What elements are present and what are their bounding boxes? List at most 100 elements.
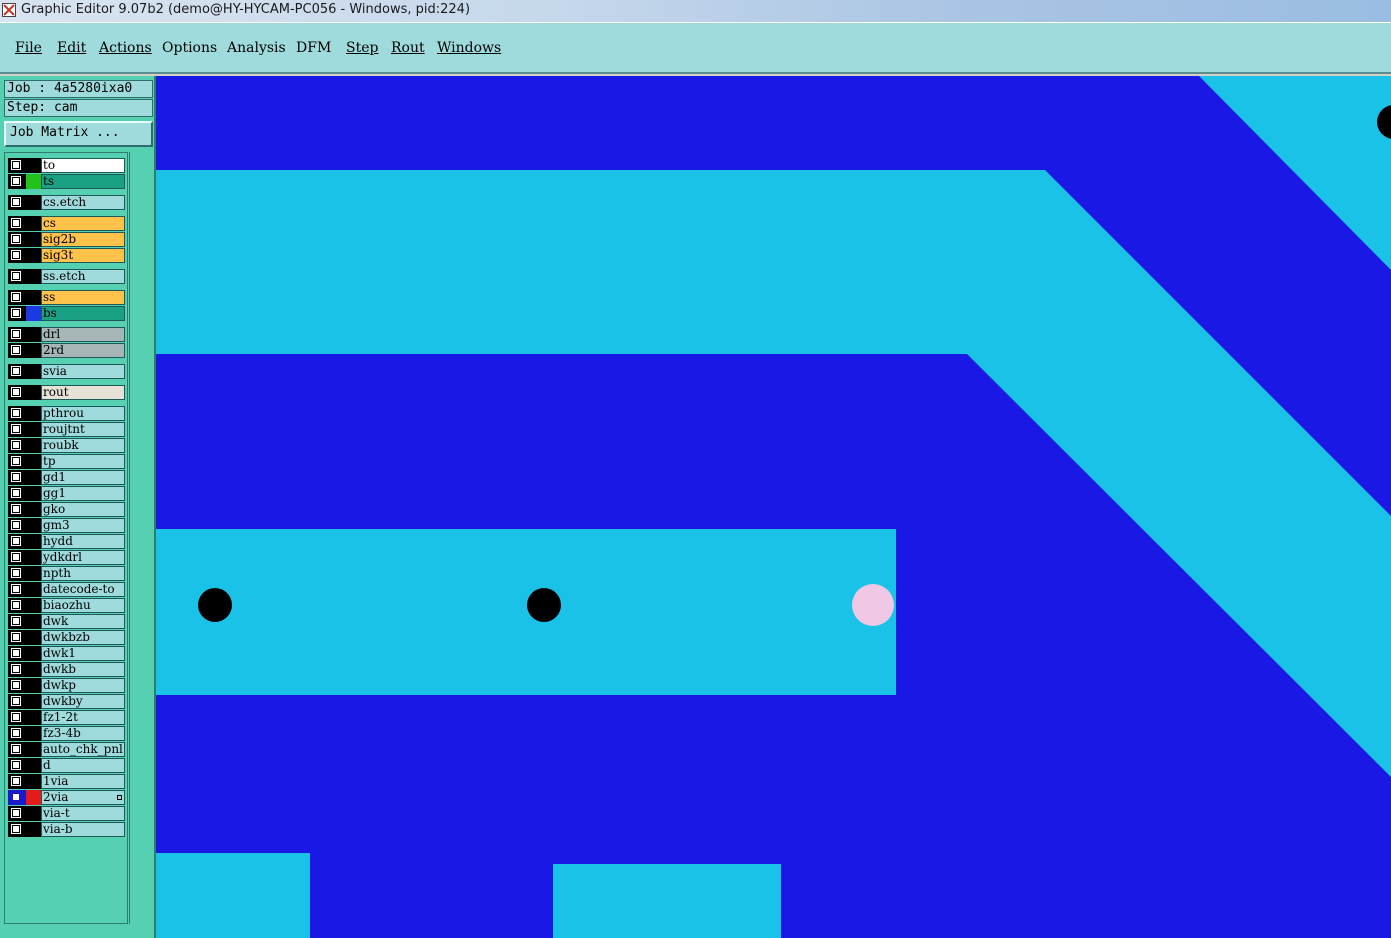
layer-row[interactable]: 1via xyxy=(8,774,126,789)
layer-row[interactable]: ss xyxy=(8,290,126,305)
layer-checkbox[interactable] xyxy=(8,306,26,321)
layer-color-swatch[interactable] xyxy=(26,454,41,469)
layer-checkbox[interactable] xyxy=(8,174,26,189)
layer-name[interactable]: dwk1 xyxy=(41,646,125,661)
layer-checkbox[interactable] xyxy=(8,385,26,400)
layer-checkbox[interactable] xyxy=(8,470,26,485)
layer-color-swatch[interactable] xyxy=(26,248,41,263)
layer-name[interactable]: tp xyxy=(41,454,125,469)
layer-checkbox[interactable] xyxy=(8,678,26,693)
layer-name[interactable]: bs xyxy=(41,306,125,321)
layer-row[interactable]: npth xyxy=(8,566,126,581)
layer-color-swatch[interactable] xyxy=(26,726,41,741)
layer-name[interactable]: ydkdrl xyxy=(41,550,125,565)
menu-step[interactable]: Step xyxy=(346,40,378,56)
layer-row[interactable]: cs.etch xyxy=(8,195,126,210)
layer-name[interactable]: gm3 xyxy=(41,518,125,533)
layer-color-swatch[interactable] xyxy=(26,174,41,189)
layer-row[interactable]: sig2b xyxy=(8,232,126,247)
layer-name[interactable]: dwkp xyxy=(41,678,125,693)
layer-checkbox[interactable] xyxy=(8,694,26,709)
layer-list-scrollbar[interactable] xyxy=(129,152,153,924)
layer-color-swatch[interactable] xyxy=(26,486,41,501)
layer-color-swatch[interactable] xyxy=(26,438,41,453)
layer-row[interactable]: hydd xyxy=(8,534,126,549)
layer-color-swatch[interactable] xyxy=(26,550,41,565)
layer-checkbox[interactable] xyxy=(8,158,26,173)
layer-checkbox[interactable] xyxy=(8,422,26,437)
layer-color-swatch[interactable] xyxy=(26,518,41,533)
layer-checkbox[interactable] xyxy=(8,534,26,549)
layer-name[interactable]: hydd xyxy=(41,534,125,549)
layer-checkbox[interactable] xyxy=(8,343,26,358)
layer-color-swatch[interactable] xyxy=(26,195,41,210)
layer-checkbox[interactable] xyxy=(8,662,26,677)
layer-checkbox[interactable] xyxy=(8,327,26,342)
layer-color-swatch[interactable] xyxy=(26,385,41,400)
layer-color-swatch[interactable] xyxy=(26,742,41,757)
layer-checkbox[interactable] xyxy=(8,614,26,629)
layer-name[interactable]: gg1 xyxy=(41,486,125,501)
layer-checkbox[interactable] xyxy=(8,550,26,565)
layer-color-swatch[interactable] xyxy=(26,306,41,321)
layer-name[interactable]: drl xyxy=(41,327,125,342)
layer-checkbox[interactable] xyxy=(8,790,26,805)
layer-color-swatch[interactable] xyxy=(26,566,41,581)
layer-checkbox[interactable] xyxy=(8,406,26,421)
layer-row[interactable]: sig3t xyxy=(8,248,126,263)
layer-name[interactable]: dwkbzb xyxy=(41,630,125,645)
layer-row[interactable]: gko xyxy=(8,502,126,517)
layer-checkbox[interactable] xyxy=(8,269,26,284)
layer-checkbox[interactable] xyxy=(8,486,26,501)
layer-name[interactable]: npth xyxy=(41,566,125,581)
layer-row[interactable]: via-b xyxy=(8,822,126,837)
layer-row[interactable]: ts xyxy=(8,174,126,189)
layer-row[interactable]: dwk xyxy=(8,614,126,629)
layer-color-swatch[interactable] xyxy=(26,364,41,379)
layer-name[interactable]: gko xyxy=(41,502,125,517)
layer-color-swatch[interactable] xyxy=(26,216,41,231)
layer-checkbox[interactable] xyxy=(8,822,26,837)
layer-row[interactable]: ydkdrl xyxy=(8,550,126,565)
layer-checkbox[interactable] xyxy=(8,758,26,773)
layer-name[interactable]: dwkby xyxy=(41,694,125,709)
layer-name[interactable]: ss xyxy=(41,290,125,305)
layer-color-swatch[interactable] xyxy=(26,694,41,709)
layer-name[interactable]: fz3-4b xyxy=(41,726,125,741)
layer-checkbox[interactable] xyxy=(8,232,26,247)
layer-color-swatch[interactable] xyxy=(26,678,41,693)
layer-name[interactable]: 2rd xyxy=(41,343,125,358)
layer-name[interactable]: dwkb xyxy=(41,662,125,677)
layer-checkbox[interactable] xyxy=(8,290,26,305)
layer-color-swatch[interactable] xyxy=(26,598,41,613)
layer-checkbox[interactable] xyxy=(8,454,26,469)
layer-name[interactable]: ss.etch xyxy=(41,269,125,284)
layer-name[interactable]: 1via xyxy=(41,774,125,789)
layer-row[interactable]: drl xyxy=(8,327,126,342)
layer-checkbox[interactable] xyxy=(8,195,26,210)
layer-color-swatch[interactable] xyxy=(26,534,41,549)
layer-checkbox[interactable] xyxy=(8,646,26,661)
layer-row[interactable]: dwkp xyxy=(8,678,126,693)
layer-name[interactable]: dwk xyxy=(41,614,125,629)
menu-edit[interactable]: Edit xyxy=(57,40,86,56)
layer-name[interactable]: cs.etch xyxy=(41,195,125,210)
layer-name[interactable]: datecode-to xyxy=(41,582,125,597)
layer-checkbox[interactable] xyxy=(8,248,26,263)
layer-row[interactable]: fz1-2t xyxy=(8,710,126,725)
layer-color-swatch[interactable] xyxy=(26,710,41,725)
layer-color-swatch[interactable] xyxy=(26,269,41,284)
layer-row[interactable]: pthrou xyxy=(8,406,126,421)
menu-file[interactable]: File xyxy=(15,40,42,56)
layer-name[interactable]: 2via xyxy=(41,790,125,805)
layer-name[interactable]: roubk xyxy=(41,438,125,453)
layer-color-swatch[interactable] xyxy=(26,662,41,677)
layer-checkbox[interactable] xyxy=(8,726,26,741)
layer-color-swatch[interactable] xyxy=(26,582,41,597)
job-matrix-button[interactable]: Job Matrix ... xyxy=(4,121,153,147)
layer-name[interactable]: via-t xyxy=(41,806,125,821)
layer-checkbox[interactable] xyxy=(8,774,26,789)
layer-checkbox[interactable] xyxy=(8,582,26,597)
layer-name[interactable]: cs xyxy=(41,216,125,231)
layer-checkbox[interactable] xyxy=(8,438,26,453)
